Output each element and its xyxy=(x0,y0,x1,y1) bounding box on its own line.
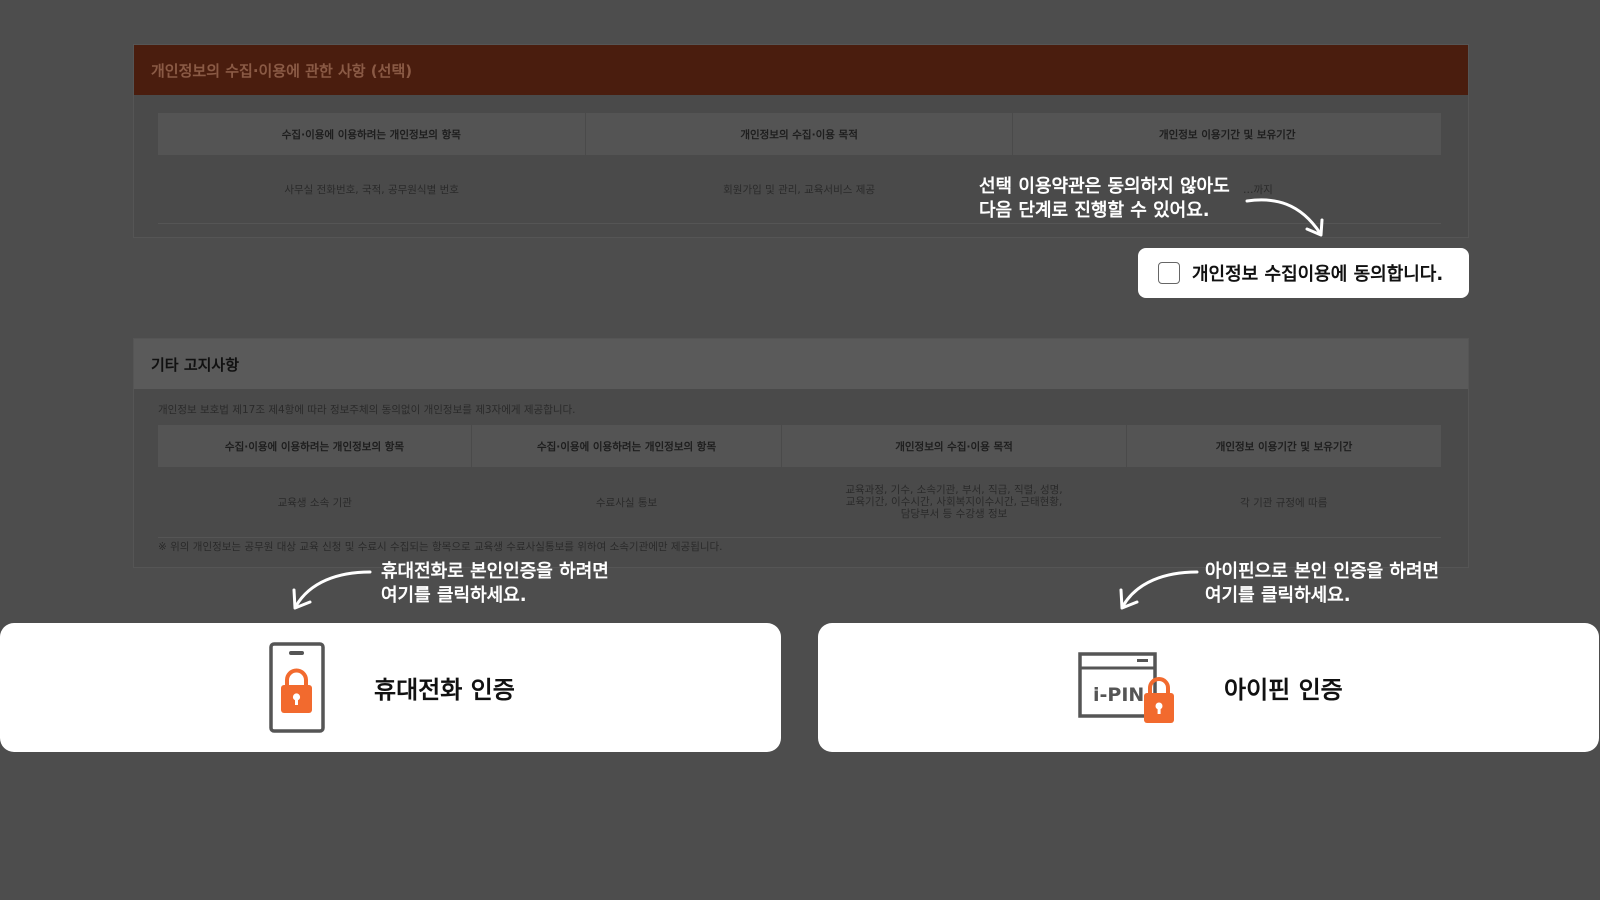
phone-auth-label[interactable]: 휴대전화 인증 xyxy=(374,670,515,705)
phone-auth-button[interactable]: 휴대전화 인증 xyxy=(0,623,781,752)
callout-line: 휴대전화로 본인인증을 하려면 xyxy=(381,561,609,582)
table-header: 개인정보 이용기간 및 보유기간 xyxy=(1012,113,1441,155)
table-cell: 교육과정, 기수, 소속기관, 부서, 직급, 직렬, 성명, 교육기간, 이수… xyxy=(781,467,1127,538)
curved-arrow-icon xyxy=(292,570,372,610)
consent-label[interactable]: 개인정보 수집이용에 동의합니다. xyxy=(1192,260,1443,286)
table-cell: 각 기관 규정에 따름 xyxy=(1126,467,1441,538)
table-header: 수집·이용에 이용하려는 개인정보의 항목 xyxy=(158,113,586,155)
consent-checkbox[interactable] xyxy=(1158,262,1180,284)
footnote: ※ 위의 개인정보는 공무원 대상 교육 신청 및 수료시 수집되는 항목으로 … xyxy=(158,541,723,553)
callout-line: 여기를 클릭하세요. xyxy=(381,585,527,606)
ipin-icon-text: i-PIN xyxy=(1093,684,1144,706)
table-row: 교육생 소속 기관 수료사실 통보 교육과정, 기수, 소속기관, 부서, 직급… xyxy=(158,467,1441,538)
ipin-auth-button[interactable]: i-PIN 아이핀 인증 xyxy=(818,623,1599,752)
section-title: 기타 고지사항 xyxy=(134,339,1468,389)
consent-checkbox-row[interactable]: 개인정보 수집이용에 동의합니다. xyxy=(1138,248,1469,298)
table-header: 개인정보의 수집·이용 목적 xyxy=(781,425,1127,467)
notice-text: 개인정보 보호법 제17조 제4항에 따라 정보주체의 동의없이 개인정보를 제… xyxy=(158,404,576,416)
ipin-lock-icon: i-PIN xyxy=(1078,651,1174,723)
table-cell: 회원가입 및 관리, 교육서비스 제공 xyxy=(585,155,1013,224)
curved-arrow-icon xyxy=(1245,198,1324,237)
ipin-auth-label[interactable]: 아이핀 인증 xyxy=(1224,670,1343,705)
table-cell: 사무실 전화번호, 국적, 공무원식별 번호 xyxy=(158,155,586,224)
ipin-callout: 아이핀으로 본인 인증을 하려면 여기를 클릭하세요. xyxy=(1205,560,1439,608)
table-cell: 수료사실 통보 xyxy=(471,467,782,538)
table-header: 수집·이용에 이용하려는 개인정보의 항목 xyxy=(158,425,473,467)
third-party-table: 수집·이용에 이용하려는 개인정보의 항목 수집·이용에 이용하려는 개인정보의… xyxy=(158,425,1441,538)
table-header: 개인정보 이용기간 및 보유기간 xyxy=(1126,425,1441,467)
callout-line: 선택 이용약관은 동의하지 않아도 xyxy=(979,176,1230,197)
curved-arrow-icon xyxy=(1119,570,1199,610)
table-header: 개인정보의 수집·이용 목적 xyxy=(585,113,1014,155)
table-header: 수집·이용에 이용하려는 개인정보의 항목 xyxy=(471,425,783,467)
phone-lock-icon xyxy=(269,641,325,733)
phone-callout: 휴대전화로 본인인증을 하려면 여기를 클릭하세요. xyxy=(381,560,609,608)
page: 개인정보의 수집·이용에 관한 사항 (선택) 수집·이용에 이용하려는 개인정… xyxy=(0,0,1600,900)
optional-callout: 선택 이용약관은 동의하지 않아도 다음 단계로 진행할 수 있어요. xyxy=(979,175,1230,223)
callout-line: 아이핀으로 본인 인증을 하려면 xyxy=(1205,561,1440,582)
section-title: 개인정보의 수집·이용에 관한 사항 (선택) xyxy=(134,45,1468,95)
table-cell: 교육생 소속 기관 xyxy=(158,467,472,538)
callout-line: 다음 단계로 진행할 수 있어요. xyxy=(979,200,1210,221)
callout-line: 여기를 클릭하세요. xyxy=(1205,585,1351,606)
other-notice-section: 기타 고지사항 개인정보 보호법 제17조 제4항에 따라 정보주체의 동의없이… xyxy=(133,338,1469,568)
